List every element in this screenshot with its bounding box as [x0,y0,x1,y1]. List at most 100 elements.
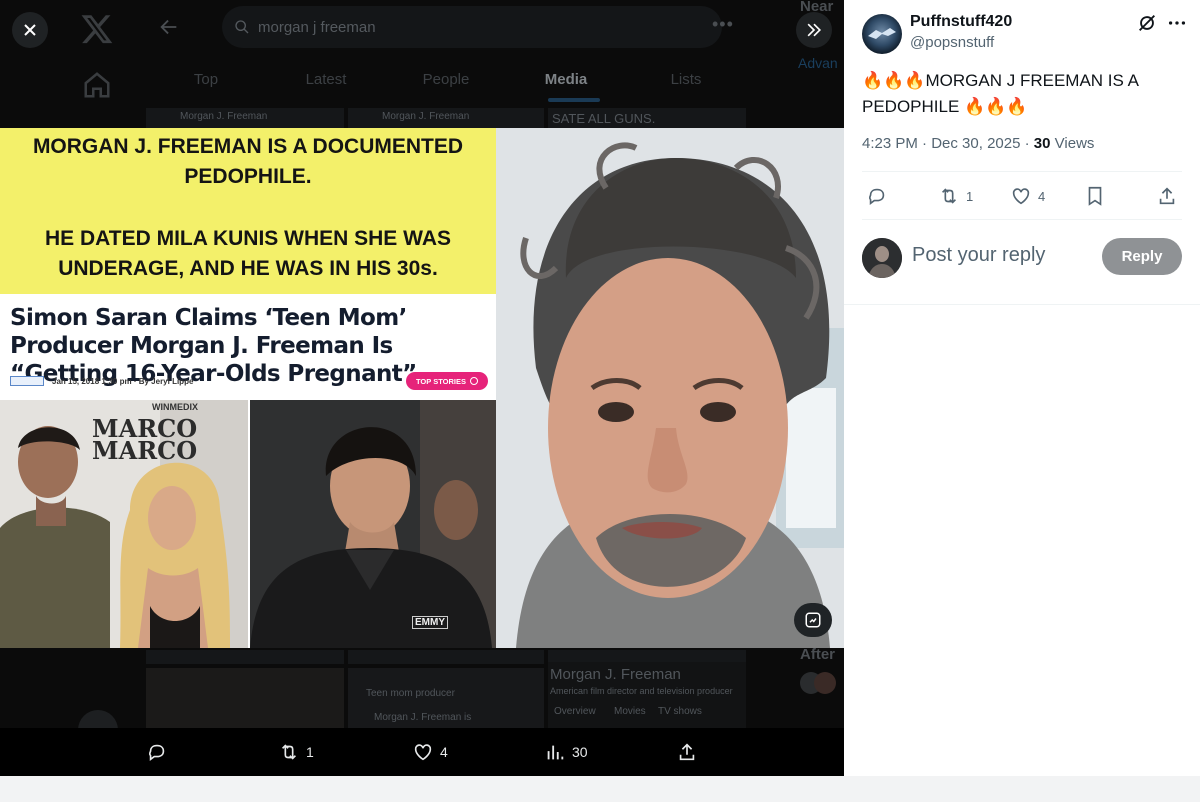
expand-icon [807,23,822,37]
meme-left-panel: MORGAN J. FREEMAN IS A DOCUMENTED PEDOPH… [0,128,496,648]
grid-thumb: SATE ALL GUNS. [548,108,746,128]
banner-line-1: MORGAN J. FREEMAN IS A DOCUMENTED [32,135,464,158]
avatar-image [868,28,896,39]
thumb-caption: Morgan J. Freeman [382,111,470,122]
search-icon [235,20,249,34]
retweet-button[interactable]: 1 [278,741,314,763]
article-byline: Jan 15, 2018 1:30 pm · By Jeryl Lippe [10,374,193,388]
grid-thumb [146,668,344,728]
reply-icon [869,188,885,205]
views-icon [547,745,564,760]
author-avatar[interactable] [862,14,902,54]
banner-line-4: UNDERAGE, AND HE WAS IN HIS 30s. [58,257,438,280]
avatar-image [862,238,902,278]
retweet-count: 1 [966,188,974,204]
tab-media: Media [544,71,588,88]
grid-thumb: Teen mom producer Morgan J. Freeman is [348,668,544,728]
photo-illustration [496,128,844,648]
retweet-button[interactable]: 1 [938,184,973,208]
selfie-photo [496,128,844,648]
fire-emoji: 🔥🔥🔥 [862,71,926,90]
backdrop-text: MARCO MARCO [92,414,198,465]
back-arrow-icon [160,19,177,35]
thumb-caption: Morgan J. Freeman is [374,712,472,723]
reply-button[interactable] [146,741,168,763]
retweet-icon [281,744,297,760]
banner-line-2: PEDOPHILE. [184,165,312,188]
top-stories-badge: TOP STORIES [406,372,488,390]
tweet-views-count: 30 [1033,135,1051,152]
tweet-time[interactable]: 4:23 PM [862,135,918,152]
author-display-name[interactable]: Puffnstuff420 [910,13,1012,31]
like-button[interactable]: 4 [412,741,448,763]
thumb-chip: Movies [614,706,646,717]
thumb-caption: American film director and television pr… [550,686,733,696]
reply-button[interactable] [866,184,888,208]
like-button[interactable]: 4 [1010,184,1045,208]
bottom-strip [0,776,1200,802]
like-count: 4 [440,744,448,760]
fire-emoji: 🔥🔥🔥 [964,97,1028,116]
rail-after: After [800,646,836,663]
photo-illustration [250,400,496,648]
tab-people: People [422,71,470,88]
tab-latest: Latest [305,71,347,88]
thumb-caption: SATE ALL GUNS. [552,111,656,126]
thumb-caption: Morgan J. Freeman [180,111,268,122]
share-button[interactable] [1156,184,1178,208]
grid-thumb: Morgan J. Freeman [348,108,544,128]
reply-submit-button[interactable]: Reply [1102,238,1182,275]
more-options-icon[interactable] [1166,12,1188,34]
grid-thumb [348,650,544,664]
grid-thumb: Morgan J. Freeman American film director… [548,662,746,728]
tweet-date[interactable]: Dec 30, 2025 [931,135,1020,152]
search-input: morgan j freeman [222,6,722,48]
edit-image-button[interactable] [794,603,832,637]
share-icon [1159,187,1175,205]
user-avatar [862,238,902,278]
views-count: 30 [572,744,588,760]
search-tabs: Top Latest People Media Lists [146,66,746,96]
thumb-caption: Morgan J. Freeman [550,666,681,683]
close-button[interactable] [12,12,48,48]
views-button[interactable]: 30 [544,741,588,763]
tab-lists: Lists [670,71,702,88]
reply-icon [149,744,165,761]
more-icon: ••• [712,14,734,34]
thumb-chip: TV shows [658,706,702,717]
badge-circle-icon [470,377,479,385]
tweet-views-label: Views [1054,135,1095,152]
reply-input[interactable]: Post your reply [912,244,1045,267]
author-handle[interactable]: @popsnstuff [910,34,994,51]
tweet-panel: Puffnstuff420 @popsnstuff 🔥🔥🔥MORGAN J FR… [844,0,1200,776]
media-action-bar: 1 4 30 [0,728,844,776]
media-viewer: morgan j freeman ••• Top Latest People M… [0,0,844,776]
grid-thumb [146,650,344,664]
site-logo [10,376,44,386]
bookmark-button[interactable] [1084,184,1106,208]
badge-label: TOP STORIES [415,376,467,386]
bookmark-icon [1088,186,1102,206]
edit-image-icon [805,612,821,628]
home-icon [84,72,110,98]
share-icon [679,743,695,761]
rail-advanced: Advan [798,55,838,71]
retweet-icon [941,188,957,204]
share-button[interactable] [676,741,698,763]
tweet-meta: 4:23 PM · Dec 30, 2025 · 30 Views [862,135,1095,152]
divider [844,304,1200,305]
yellow-banner: MORGAN J. FREEMAN IS A DOCUMENTED PEDOPH… [0,128,496,294]
x-logo-icon [81,15,113,44]
article-photo-couple: MARCO MARCO WINMEDIX [0,400,248,648]
expand-panel-button[interactable] [796,12,832,48]
thumb-chip: Overview [554,706,596,717]
rail-avatar [814,672,836,694]
retweet-count: 1 [306,744,314,760]
article-photo-man: EMMY [250,400,496,648]
close-icon [24,24,36,36]
divider [862,219,1182,220]
tweet-text: 🔥🔥🔥MORGAN J FREEMAN IS A PEDOPHILE 🔥🔥🔥 [862,68,1182,120]
backdrop-wire-text: WINMEDIX [152,402,198,412]
media-image[interactable]: MORGAN J. FREEMAN IS A DOCUMENTED PEDOPH… [0,128,844,648]
grok-icon[interactable] [1136,12,1158,34]
